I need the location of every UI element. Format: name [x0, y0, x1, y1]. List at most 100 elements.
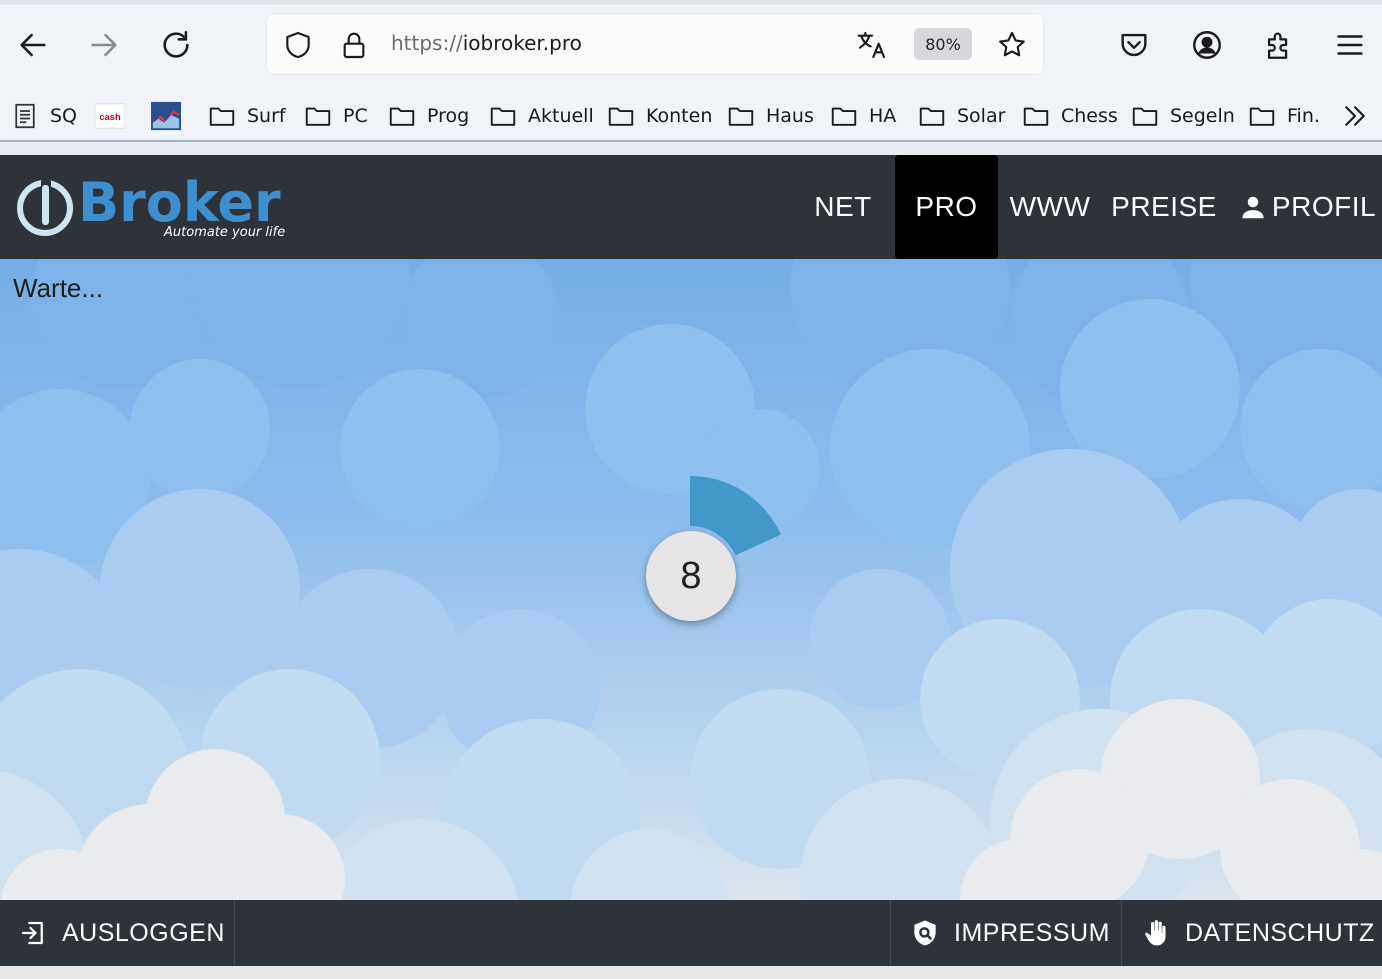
cash-logo-text: cash: [99, 112, 121, 122]
url-text[interactable]: https://iobroker.pro: [391, 31, 582, 55]
page-icon: [15, 103, 35, 129]
bookmark-label: Haus: [766, 105, 814, 127]
folder-icon: [608, 107, 634, 126]
shield-icon: [286, 31, 310, 59]
logo-tagline: Automate your life: [163, 225, 285, 240]
url-scheme: https://: [391, 31, 463, 55]
extensions-icon: [1267, 32, 1288, 59]
nav-pro[interactable]: PRO: [895, 155, 998, 259]
account-icon: [1193, 31, 1221, 59]
bookmark-folder-konten[interactable]: Konten: [606, 96, 712, 136]
translate-icon: [857, 31, 886, 59]
footer-divider: [1121, 900, 1122, 966]
footer-divider: [890, 900, 891, 966]
nav-profil[interactable]: PROFIL: [1236, 155, 1378, 259]
bookmarks-overflow-button[interactable]: [1340, 96, 1370, 136]
folder-icon: [1132, 107, 1158, 126]
tracking-protection-button[interactable]: [279, 26, 317, 64]
nav-label: PROFIL: [1271, 191, 1377, 222]
folder-icon: [209, 107, 235, 126]
nav-preise[interactable]: PREISE: [1104, 155, 1224, 259]
impressum-button[interactable]: IMPRESSUM: [910, 900, 1110, 966]
folder-icon: [389, 107, 415, 126]
hand-icon: [1145, 920, 1166, 946]
app-menu-button[interactable]: [1325, 20, 1375, 70]
logout-icon: [21, 921, 43, 945]
nav-label: PRO: [915, 191, 978, 222]
zoom-level-button[interactable]: 80%: [914, 28, 972, 60]
bookmark-folder-prog[interactable]: Prog: [387, 96, 469, 136]
nav-www[interactable]: WWW: [1004, 155, 1096, 259]
nav-label: PREISE: [1111, 191, 1217, 222]
folder-icon: [490, 107, 516, 126]
bookmark-folder-ha[interactable]: HA: [829, 96, 896, 136]
bookmark-folder-chess[interactable]: Chess: [1021, 96, 1118, 136]
back-button[interactable]: [8, 20, 58, 70]
bookmark-folder-solar[interactable]: Solar: [917, 96, 1005, 136]
pocket-icon: [1121, 33, 1147, 57]
datenschutz-label: DATENSCHUTZ: [1185, 918, 1375, 947]
bookmark-label: PC: [343, 105, 368, 127]
logout-label: AUSLOGGEN: [62, 918, 225, 947]
app-header: Broker Automate your life NET PRO WWW PR…: [0, 155, 1382, 259]
chevron-double-right-icon: [1345, 106, 1365, 126]
bookmark-label: HA: [869, 105, 897, 127]
site-info-button[interactable]: [335, 26, 373, 64]
iobroker-logo[interactable]: Broker Automate your life: [16, 171, 316, 243]
chart-logo: [150, 101, 182, 131]
url-host: iobroker.pro: [462, 31, 582, 55]
folder-icon: [919, 107, 945, 126]
app-footer: AUSLOGGEN IMPRESSUM DATENSCHUTZ: [0, 900, 1382, 966]
nav-label: WWW: [1009, 191, 1091, 222]
reload-button[interactable]: [151, 20, 201, 70]
extensions-button[interactable]: [1254, 20, 1304, 70]
menu-icon: [1337, 35, 1363, 55]
bookmark-sq[interactable]: SQ: [10, 96, 77, 136]
folder-icon: [728, 107, 754, 126]
bookmark-cash[interactable]: cash: [94, 96, 126, 136]
bookmark-label: Aktuell: [528, 105, 594, 127]
logout-button[interactable]: AUSLOGGEN: [18, 900, 225, 966]
account-button[interactable]: [1182, 20, 1232, 70]
status-text: Warte...: [13, 273, 104, 303]
page-bottom-strip: [0, 966, 1382, 979]
footer-divider: [234, 900, 235, 966]
pocket-button[interactable]: [1109, 20, 1159, 70]
star-icon: [999, 31, 1025, 57]
browser-toolbar: https://iobroker.pro 80%: [0, 0, 1382, 90]
bookmark-folder-fin[interactable]: Fin.: [1247, 96, 1320, 136]
bookmark-label: Fin.: [1287, 105, 1320, 127]
bookmarks-bar: SQ cash Surf PC Prog Aktuell Konten Haus…: [0, 90, 1382, 142]
main-content: Warte... 8: [0, 259, 1382, 900]
bookmark-label: Surf: [247, 105, 286, 127]
translate-button[interactable]: [853, 26, 891, 64]
bookmark-label: Solar: [957, 105, 1006, 127]
bookmark-label: SQ: [50, 105, 78, 127]
cash-logo: cash: [94, 101, 126, 131]
bookmark-folder-pc[interactable]: PC: [303, 96, 368, 136]
nav-label: NET: [814, 191, 872, 222]
bookmark-label: Prog: [427, 105, 470, 127]
folder-icon: [1023, 107, 1049, 126]
bookmark-chart[interactable]: [150, 96, 182, 136]
back-arrow-icon: [20, 33, 46, 57]
countdown-badge: 8: [646, 531, 736, 621]
bookmark-star-button[interactable]: [993, 26, 1031, 64]
shield-search-icon: [914, 920, 936, 946]
folder-icon: [305, 107, 331, 126]
bookmark-folder-segeln[interactable]: Segeln: [1130, 96, 1235, 136]
url-bar[interactable]: https://iobroker.pro 80%: [266, 13, 1044, 75]
person-icon: [1242, 196, 1264, 219]
folder-icon: [1249, 107, 1275, 126]
forward-button[interactable]: [79, 20, 129, 70]
bookmark-label: Chess: [1061, 105, 1118, 127]
folder-icon: [831, 107, 857, 126]
impressum-label: IMPRESSUM: [954, 918, 1110, 947]
bookmark-folder-surf[interactable]: Surf: [207, 96, 286, 136]
reload-icon: [163, 30, 189, 58]
nav-net[interactable]: NET: [800, 155, 886, 259]
datenschutz-button[interactable]: DATENSCHUTZ: [1141, 900, 1375, 966]
bookmark-folder-haus[interactable]: Haus: [726, 96, 814, 136]
lock-icon: [343, 32, 365, 59]
bookmark-folder-aktuell[interactable]: Aktuell: [488, 96, 594, 136]
